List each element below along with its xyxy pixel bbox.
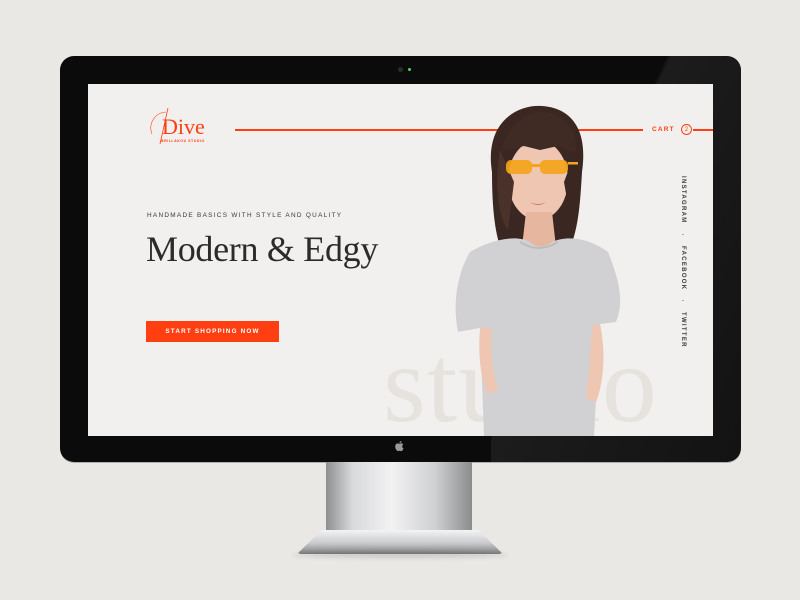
social-links: INSTAGRAM - FACEBOOK - TWITTER [676,176,690,348]
hero-tagline: HANDMADE BASICS WITH STYLE AND QUALITY [147,212,343,219]
camera-led-icon [408,68,411,71]
hero-headline: Modern & Edgy [146,229,379,269]
cart-link[interactable]: CART 2 [652,124,692,135]
social-separator: - [682,231,684,238]
facebook-link[interactable]: FACEBOOK [680,246,686,290]
camera-icon [398,67,403,72]
apple-logo-icon [395,440,404,452]
hero-model-image [455,105,621,436]
cart-label: CART [652,126,675,133]
monitor-stand-shadow [292,552,508,558]
monitor-stand-foot [297,530,503,554]
logo-subtitle: BRILLAKOU STUDIO [161,139,205,143]
start-shopping-button[interactable]: START SHOPPING NOW [146,321,279,342]
instagram-link[interactable]: INSTAGRAM [680,176,686,224]
monitor-stand-neck [326,462,472,532]
header-divider-line-right [693,129,713,131]
website-screen: studio Dive BRILLAKOU STUDIO CART 2 HAND… [88,84,713,436]
cart-count-badge: 2 [680,124,692,135]
social-separator: - [682,298,684,304]
logo-wordmark: Dive [162,114,205,139]
twitter-link[interactable]: TWITTER [680,312,686,348]
brand-logo[interactable]: Dive BRILLAKOU STUDIO [144,106,214,150]
